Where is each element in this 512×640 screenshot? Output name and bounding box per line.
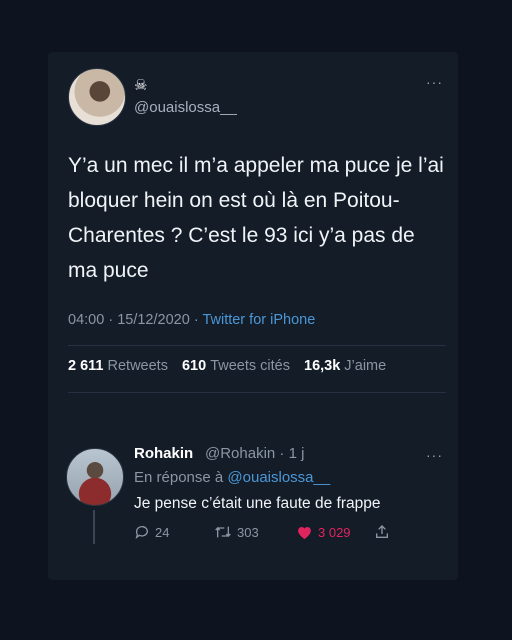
retweets-count: 2 611 — [68, 358, 104, 374]
tweet-source-link[interactable]: Twitter for iPhone — [202, 312, 315, 328]
reply-handle[interactable]: @Rohakin · 1 j — [205, 445, 304, 462]
in-reply-to: En réponse à @ouaislossa__ — [134, 469, 330, 486]
tweet-stats: 2 611 Retweets 610 Tweets cités 16,3k J’aim… — [68, 358, 386, 374]
reply-count: 24 — [155, 524, 170, 540]
likes-stat[interactable]: 16,3k J’aime — [304, 358, 386, 374]
skull-icon: ☠ — [134, 76, 148, 94]
in-reply-mention-link[interactable]: @ouaislossa__ — [227, 469, 330, 486]
reply-avatar[interactable] — [66, 448, 124, 506]
quotes-stat[interactable]: 610 Tweets cités — [182, 358, 290, 374]
in-reply-prefix: En réponse à — [134, 469, 224, 486]
tweet-meta: 04:00 · 15/12/2020 · Twitter for iPhone — [68, 312, 315, 328]
retweets-label: Retweets — [107, 358, 168, 374]
tweet-text: Y’a un mec il m’a appeler ma puce je l’a… — [68, 154, 444, 282]
thread-line — [93, 510, 95, 544]
retweet-icon — [215, 526, 231, 538]
retweet-count: 303 — [237, 524, 259, 540]
retweet-button[interactable]: 303 — [214, 524, 259, 540]
likes-label: J’aime — [344, 358, 387, 374]
tweet-time: 04:00 — [68, 312, 105, 328]
reply-more-options-button[interactable]: ··· — [426, 447, 443, 463]
reply-actions: 24 303 3 029 — [134, 524, 424, 544]
divider — [68, 345, 446, 346]
reply-button[interactable]: 24 — [134, 524, 169, 540]
divider — [68, 392, 446, 393]
meta-separator: · — [193, 312, 199, 328]
share-button[interactable] — [374, 524, 395, 540]
like-count: 3 029 — [318, 524, 351, 540]
tweet-handle[interactable]: @ouaislossa__ — [134, 99, 237, 116]
likes-count: 16,3k — [304, 358, 341, 374]
share-icon — [376, 525, 388, 538]
retweets-stat[interactable]: 2 611 Retweets — [68, 358, 168, 374]
reply-author-name[interactable]: Rohakin — [134, 445, 193, 462]
reply-text: Je pense c’était une faute de frappe — [134, 495, 381, 512]
comment-icon — [135, 526, 148, 539]
meta-separator: · — [108, 312, 114, 328]
tweet-date[interactable]: 15/12/2020 — [117, 312, 190, 328]
like-button[interactable]: 3 029 — [296, 524, 351, 540]
heart-icon — [298, 527, 311, 540]
more-options-button[interactable]: ··· — [426, 74, 443, 90]
avatar[interactable] — [68, 68, 126, 126]
quotes-label: Tweets cités — [210, 358, 290, 374]
quotes-count: 610 — [181, 358, 207, 374]
